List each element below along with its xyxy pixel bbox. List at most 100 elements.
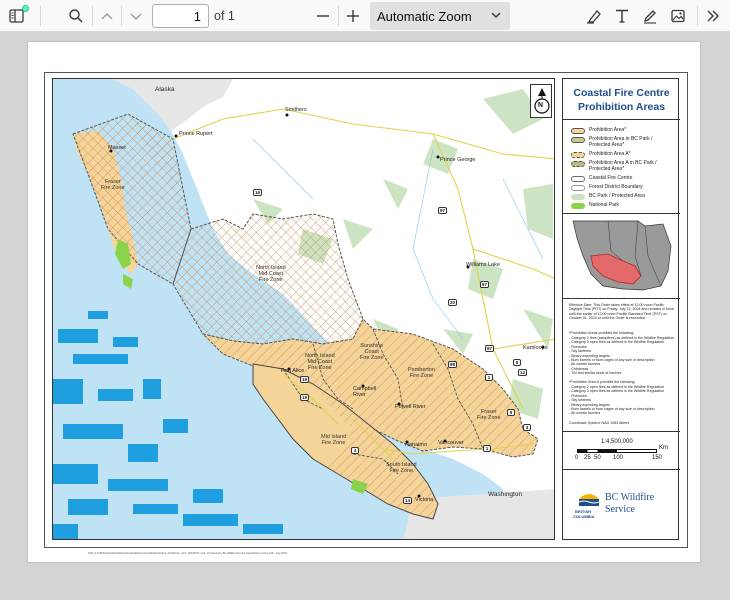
highway-shield: 20 [448,299,458,306]
toolbar-separator [121,6,122,26]
highway-shield: 14 [403,497,413,504]
prohibition-a-list: - Category 2 open fires as defined in th… [569,385,675,416]
legend-swatch-prohibition-park [571,137,585,143]
highway-shield: 4 [351,447,359,454]
scale-bar [577,449,657,453]
place-label-prince-george: Prince George [440,157,476,163]
legend-title-line1: Coastal Fire Centre [573,87,670,99]
place-label-vancouver: Vancouver [438,440,464,446]
legend-item: Prohibition Area in BC Park / Protected … [571,136,673,148]
place-label-port-alice: Port Alice [281,368,305,374]
highway-shield: 19 [300,394,310,401]
highway-shield: 3 [523,424,531,431]
highway-shield: 97 [485,345,495,352]
toolbar-separator [697,6,698,26]
zone-label-mid-island: Mid Island Fire Zone [321,434,347,446]
prohibition-list-item: - Air curtain burners [569,411,601,416]
place-label-powell-river: Powell River [395,404,426,410]
place-label-victoria: Victoria [415,497,434,503]
plus-icon [347,10,359,22]
zone-label-north-island-mid-coast: North Island Mid Coast Fire Zone [256,265,286,283]
place-label-alaska: Alaska [155,86,175,93]
legend-item: BC Park / Protected Area [571,193,645,200]
wildfire-logo-line1: BC Wildfire [605,492,655,503]
legend-swatch-national-park [571,203,585,209]
find-button[interactable] [63,3,89,29]
highway-shield: 12 [518,369,528,376]
minus-icon [317,15,329,17]
image-icon [671,9,685,23]
document-viewer[interactable]: N Alaska Smithers Prince Rupert Prince G… [0,32,730,600]
prohibition-a-heading: *Prohibition Area A prohibits the follow… [569,380,636,384]
chevron-down-icon [130,13,142,20]
zone-label-fraser-south: Fraser Fire Zone [477,409,501,421]
highway-shield: 97 [480,281,490,288]
highway-shield: 99 [448,361,458,368]
legend-swatch-park [571,194,585,200]
scale-tick: 100 [613,455,624,461]
document-footer-path: Path: F:\GIS\Projects\Prohibitions\Coast… [88,552,287,555]
scale-tick: 150 [652,455,663,461]
map-frame: N Alaska Smithers Prince Rupert Prince G… [44,72,688,548]
coordinate-system-text: Coordinate System: NAD 1983 Albers [569,421,630,425]
legend-divider [563,119,680,120]
pdf-page: N Alaska Smithers Prince Rupert Prince G… [28,42,700,562]
map-graphic [53,79,554,539]
place-label-masset: Masset [108,145,126,151]
legend-divider [563,469,680,470]
highway-shield: 1 [485,374,493,381]
zoom-select-value: Automatic Zoom [377,9,472,24]
add-image-button[interactable] [665,3,691,29]
page-total-label: of 1 [214,9,235,23]
next-page-button[interactable] [123,3,149,29]
north-label: N [538,102,544,109]
notification-dot [22,5,29,12]
highway-shield: 97 [438,207,448,214]
north-arrow: N [530,84,552,118]
scale-tick: 25 [584,455,591,461]
place-label-smithers: Smithers [285,107,307,113]
toolbar-separator [40,6,41,26]
sidebar-toggle-button[interactable] [4,3,30,29]
zoom-out-button[interactable] [310,3,336,29]
scale-ratio: 1:4,500,000 [601,439,633,445]
legend-swatch-fire-centre [571,176,585,182]
zone-label-sunshine-coast: Sunshine Coast Fire Zone [360,343,384,361]
place-label-washington: Washington [488,491,523,498]
map-legend: Coastal Fire Centre Prohibition Areas Pr… [562,78,680,540]
legend-divider [563,213,680,214]
zone-label-north-island-mid-coast-2: North Island Mid Coast Fire Zone [305,353,335,371]
highway-shield: 5 [513,359,521,366]
highlight-button[interactable] [581,3,607,29]
legend-swatch-prohibition [571,128,585,134]
text-button[interactable] [609,3,635,29]
bc-government-logo [578,494,600,506]
zoom-select[interactable]: Automatic Zoom [370,2,510,30]
zone-label-south-island: South Island Fire Zone [386,462,417,474]
inset-map [572,220,672,291]
legend-divider [563,431,680,432]
zoom-in-button[interactable] [340,3,366,29]
scale-tick: 50 [594,455,601,461]
place-label-williams-lake: Williams Lake [466,262,500,268]
highway-shield: 19 [300,376,310,383]
scale-unit: Km [659,445,668,451]
legend-divider [563,298,680,299]
legend-swatch-prohibition-a [571,152,585,158]
pdf-toolbar: of 1 Automatic Zoom [0,0,730,32]
zone-label-pemberton: Pemberton Fire Zone [408,367,435,379]
page-number-input[interactable] [152,4,209,28]
scale-tick: 0 [575,455,579,461]
tools-menu-button[interactable] [700,3,726,29]
highway-shield: 5 [507,409,515,416]
bc-logo-line2: COLUMBIA [573,514,595,519]
chevron-down-icon [491,12,501,18]
legend-swatch-district [571,185,585,191]
toolbar-separator [338,6,339,26]
previous-page-button[interactable] [94,3,120,29]
double-chevron-right-icon [707,10,719,22]
draw-button[interactable] [637,3,663,29]
prohibition-area-heading: *Prohibition Areas prohibits the followi… [569,331,635,335]
place-label-prince-rupert: Prince Rupert [179,131,213,137]
search-icon [69,9,83,23]
